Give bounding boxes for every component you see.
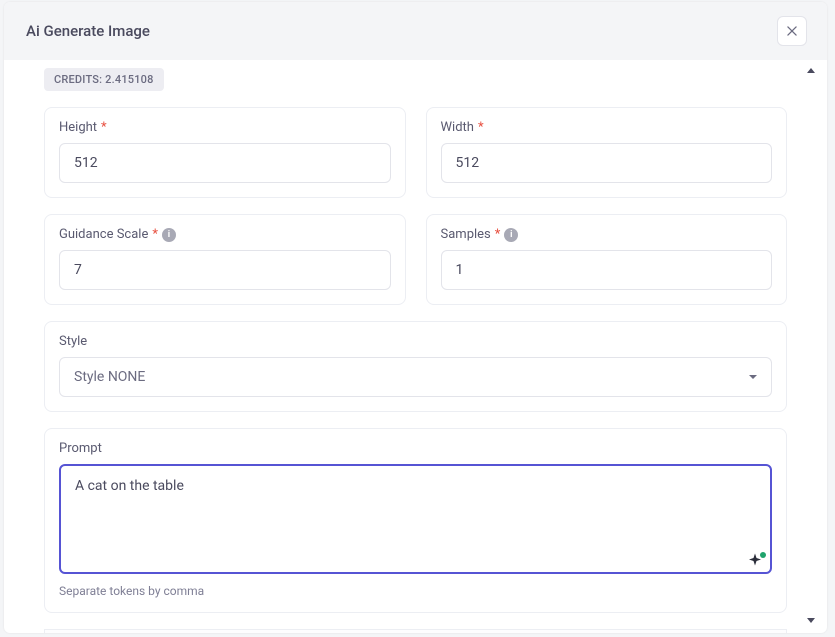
credits-badge: CREDITS: 2.415108 xyxy=(44,68,164,91)
samples-input[interactable] xyxy=(441,250,773,290)
prompt-field-card: Prompt Separate tokens by comma xyxy=(44,428,787,613)
required-icon: * xyxy=(478,120,484,135)
style-label-text: Style xyxy=(59,334,87,349)
width-label-text: Width xyxy=(441,120,474,135)
scroll-down-icon[interactable] xyxy=(807,618,815,623)
required-icon: * xyxy=(152,227,158,242)
width-label: Width * xyxy=(441,120,773,135)
height-input[interactable] xyxy=(59,143,391,183)
samples-label: Samples * i xyxy=(441,227,773,242)
samples-label-text: Samples xyxy=(441,227,491,242)
samples-field-card: Samples * i xyxy=(426,214,788,305)
prompt-label-text: Prompt xyxy=(59,441,102,456)
style-select[interactable]: Style NONE xyxy=(59,357,772,397)
modal-header: Ai Generate Image xyxy=(4,2,827,60)
status-dot-icon xyxy=(760,552,766,558)
style-label: Style xyxy=(59,334,772,349)
info-icon[interactable]: i xyxy=(504,228,518,242)
modal-body: CREDITS: 2.415108 Height * Width * xyxy=(4,60,827,633)
guidance-scale-input[interactable] xyxy=(59,250,391,290)
style-selected-value: Style NONE xyxy=(74,369,145,385)
prompt-label: Prompt xyxy=(59,441,772,456)
close-button[interactable] xyxy=(777,16,807,46)
prompt-textarea[interactable] xyxy=(59,464,772,574)
width-field-card: Width * xyxy=(426,107,788,198)
guidance-scale-label-text: Guidance Scale xyxy=(59,227,148,242)
guidance-scale-field-card: Guidance Scale * i xyxy=(44,214,406,305)
info-icon[interactable]: i xyxy=(162,228,176,242)
height-label-text: Height xyxy=(59,120,97,135)
modal-title: Ai Generate Image xyxy=(26,22,150,40)
guidance-scale-label: Guidance Scale * i xyxy=(59,227,391,242)
required-icon: * xyxy=(495,227,501,242)
modal-footer: Cancel Generate xyxy=(44,629,787,633)
close-icon xyxy=(785,24,799,38)
chevron-down-icon xyxy=(749,375,757,379)
height-field-card: Height * xyxy=(44,107,406,198)
ai-generate-image-modal: Ai Generate Image CREDITS: 2.415108 Heig… xyxy=(4,2,827,633)
width-input[interactable] xyxy=(441,143,773,183)
style-field-card: Style Style NONE xyxy=(44,321,787,412)
height-label: Height * xyxy=(59,120,391,135)
required-icon: * xyxy=(101,120,107,135)
prompt-helper-text: Separate tokens by comma xyxy=(59,584,772,598)
